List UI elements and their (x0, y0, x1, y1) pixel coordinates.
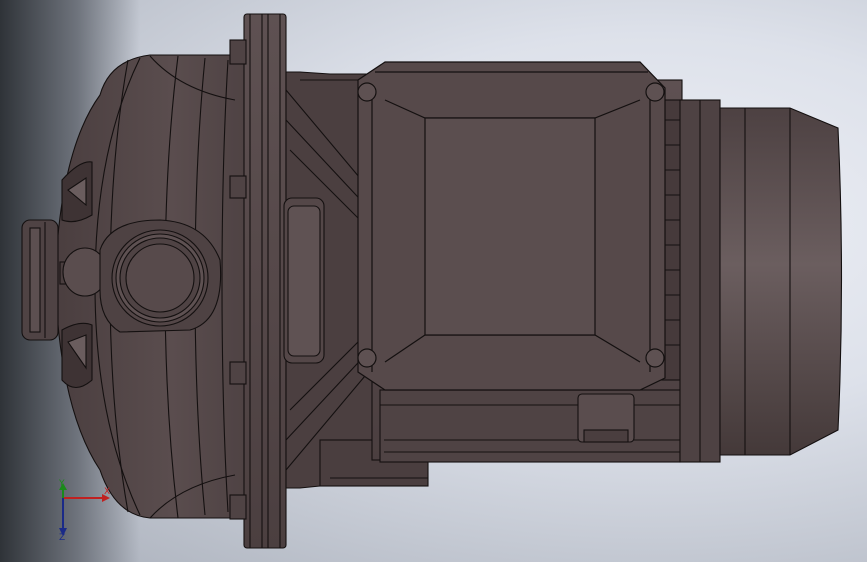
pump-motor-model[interactable] (0, 0, 867, 562)
pump-volute (21, 54, 251, 519)
triad-y-label: Y (59, 479, 65, 489)
triad-x-label: X (104, 487, 111, 497)
orientation-triad[interactable]: X Y Z (48, 480, 118, 544)
graphics-viewport[interactable]: X Y Z (0, 0, 867, 562)
fan-cover (679, 99, 843, 463)
triad-z-label: Z (59, 533, 66, 543)
terminal-box[interactable] (357, 61, 666, 391)
